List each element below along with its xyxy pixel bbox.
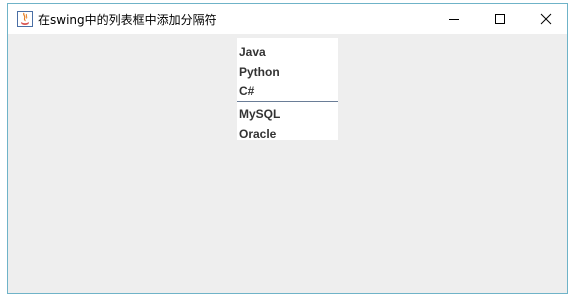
list-item-oracle[interactable]: Oracle (239, 124, 276, 144)
java-coffee-icon[interactable] (17, 11, 33, 27)
minimize-button[interactable] (431, 4, 477, 34)
content-pane: Java Python C# MySQL Oracle (8, 34, 567, 293)
language-list[interactable]: Java Python C# MySQL Oracle (237, 38, 338, 141)
maximize-button[interactable] (477, 4, 523, 34)
app-window: 在swing中的列表框中添加分隔符 Java Python C# MySQL O… (7, 3, 568, 294)
close-button[interactable] (523, 4, 569, 34)
window-title: 在swing中的列表框中添加分隔符 (38, 13, 217, 27)
list-item-mysql[interactable]: MySQL (239, 104, 280, 124)
maximize-icon (495, 14, 505, 24)
list-separator (237, 101, 338, 102)
list-item-csharp[interactable]: C# (239, 81, 254, 101)
list-item-java[interactable]: Java (239, 42, 266, 62)
close-icon (540, 13, 552, 25)
minimize-icon (449, 19, 459, 20)
list-item-python[interactable]: Python (239, 62, 280, 82)
title-bar[interactable]: 在swing中的列表框中添加分隔符 (8, 4, 567, 34)
